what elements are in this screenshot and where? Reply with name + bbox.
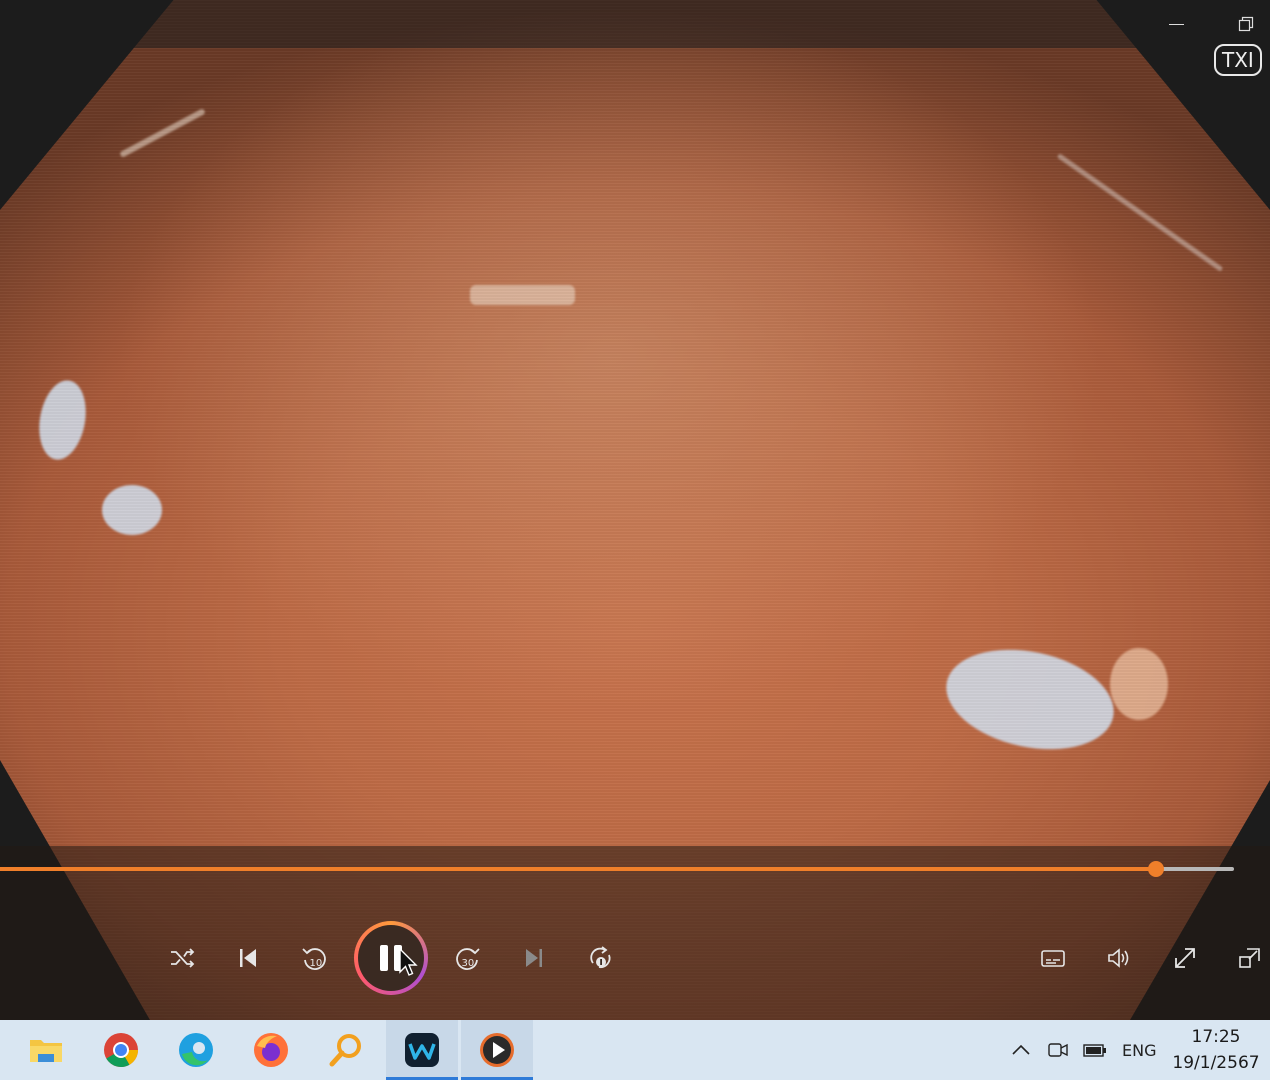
repeat-one-icon [590, 946, 611, 969]
media-player-icon [480, 1033, 514, 1067]
chrome-icon [104, 1033, 138, 1067]
volume-button[interactable] [1097, 936, 1141, 980]
reflection [33, 376, 92, 464]
mouse-cursor-icon [399, 948, 418, 976]
seek-bar[interactable] [0, 861, 1234, 877]
tray-language[interactable]: ENG [1122, 1020, 1156, 1080]
mini-view-button[interactable] [1228, 936, 1270, 980]
restore-icon [1238, 16, 1254, 32]
taskbar-search-tool[interactable] [310, 1020, 382, 1080]
tray-battery-button[interactable] [1082, 1020, 1108, 1080]
minimize-button[interactable] [1162, 12, 1190, 36]
firefox-icon [254, 1033, 288, 1067]
repeat-button[interactable] [578, 936, 622, 980]
minimize-icon [1168, 23, 1184, 25]
taskbar-firefox[interactable] [235, 1020, 307, 1080]
taskbar-media-player[interactable] [461, 1020, 533, 1080]
title-bar [0, 0, 1270, 48]
taskbar-chrome[interactable] [85, 1020, 157, 1080]
forward-button[interactable]: 30 [446, 936, 490, 980]
mini-view-icon [1239, 948, 1260, 968]
shuffle-icon [171, 948, 195, 968]
player-controls-bar [0, 846, 1270, 1020]
captions-icon [1041, 950, 1065, 967]
taskbar-webex[interactable] [386, 1020, 458, 1080]
reflection [936, 635, 1124, 764]
highlight [1110, 648, 1168, 720]
fullscreen-icon [1175, 948, 1195, 968]
taskbar-file-explorer[interactable] [10, 1020, 82, 1080]
chevron-up-icon [1012, 1044, 1030, 1055]
next-icon [526, 949, 542, 967]
taskbar: ENG 17:25 19/1/2567 [0, 1020, 1270, 1080]
clock-time: 17:25 [1191, 1027, 1241, 1047]
reflection [102, 485, 162, 535]
previous-icon [240, 949, 256, 967]
webex-icon [405, 1033, 439, 1067]
captions-button[interactable] [1031, 936, 1075, 980]
folder-icon [30, 1040, 62, 1062]
highlight [1056, 153, 1224, 272]
restore-button[interactable] [1232, 12, 1260, 36]
taskbar-edge[interactable] [160, 1020, 232, 1080]
volume-icon [1108, 948, 1129, 968]
fullscreen-button[interactable] [1163, 936, 1207, 980]
rewind-10-icon: 10 [302, 948, 326, 970]
tray-meet-now-button[interactable] [1046, 1020, 1070, 1080]
taskbar-clock[interactable]: 17:25 19/1/2567 [1166, 1024, 1266, 1076]
forward-30-icon: 30 [456, 948, 480, 970]
tray-overflow-button[interactable] [1010, 1020, 1032, 1080]
svg-text:10: 10 [310, 958, 323, 969]
magnifier-icon [329, 1034, 361, 1067]
next-button[interactable] [512, 936, 556, 980]
previous-button[interactable] [226, 936, 270, 980]
highlight [119, 108, 206, 158]
meet-now-icon [1048, 1043, 1068, 1057]
clock-date: 19/1/2567 [1172, 1053, 1260, 1073]
edge-icon [179, 1033, 213, 1067]
seek-progress [0, 867, 1157, 871]
highlight [470, 285, 575, 305]
shuffle-button[interactable] [160, 936, 204, 980]
battery-icon [1083, 1044, 1106, 1057]
svg-text:30: 30 [462, 958, 475, 969]
txi-badge: TXI [1214, 44, 1262, 76]
rewind-button[interactable]: 10 [292, 936, 336, 980]
